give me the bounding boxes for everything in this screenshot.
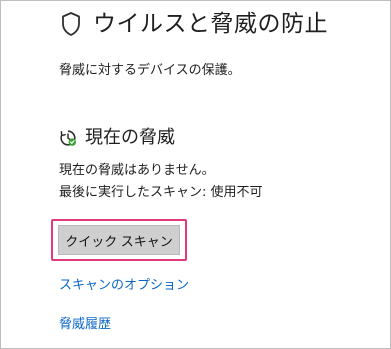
shield-icon — [59, 11, 83, 37]
page-subtitle: 脅威に対するデバイスの保護。 — [59, 63, 241, 78]
threat-history-link[interactable]: 脅威履歴 — [59, 316, 111, 334]
scan-options-link[interactable]: スキャンのオプション — [59, 277, 189, 295]
page-header: ウイルスと脅威の防止 — [59, 7, 328, 41]
virus-threat-protection-panel: ウイルスと脅威の防止 脅威に対するデバイスの保護。 現在の脅威 現在の脅威はあり… — [0, 0, 391, 349]
current-threats-heading: 現在の脅威 — [59, 125, 175, 151]
page-title: ウイルスと脅威の防止 — [93, 11, 328, 37]
quick-scan-button[interactable]: クイック スキャン — [58, 225, 180, 255]
threat-scan-clock-icon — [59, 129, 77, 147]
last-scan-status: 最後に実行したスキャン: 使用不可 — [59, 185, 263, 200]
no-threats-status: 現在の脅威はありません。 — [59, 163, 215, 178]
current-threats-title: 現在の脅威 — [85, 127, 175, 148]
